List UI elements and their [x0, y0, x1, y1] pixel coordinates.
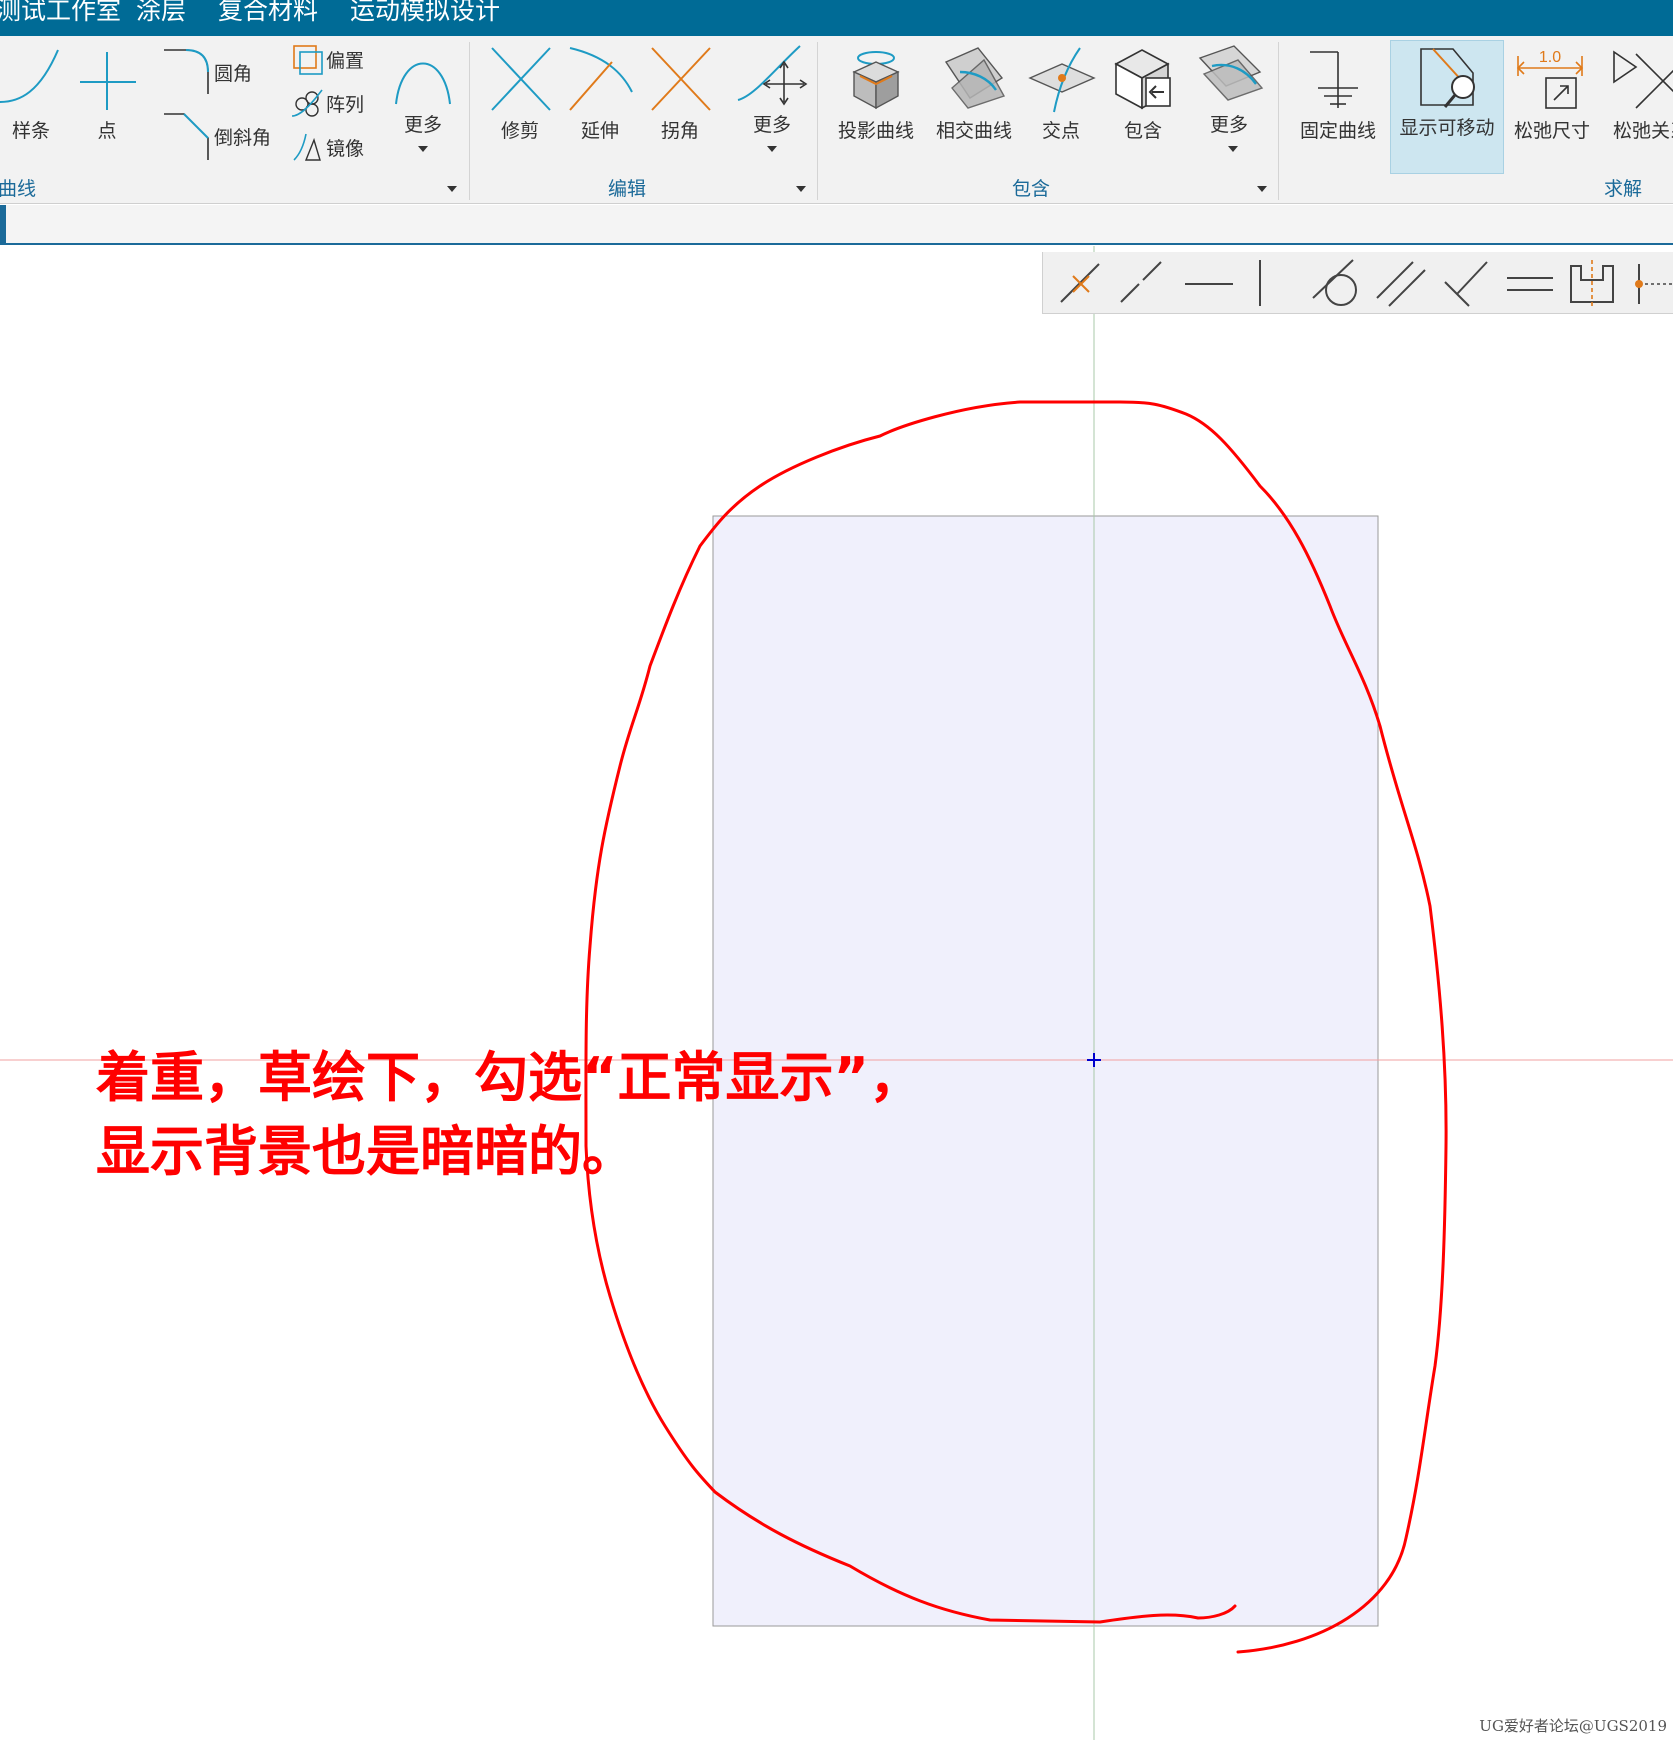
offset-icon [293, 45, 323, 75]
group-label-solve: 求解 [1604, 178, 1643, 200]
move-curve-icon [737, 45, 808, 106]
project-curve-button[interactable]: 投影曲线 [832, 42, 920, 143]
trim-button[interactable]: 修剪 [484, 42, 556, 143]
horizontal-snap-icon[interactable] [1181, 258, 1237, 308]
fix-curve-button[interactable]: 固定曲线 [1296, 42, 1380, 143]
group-label-curve: 曲线 [0, 178, 37, 200]
point-button[interactable]: 点 [74, 42, 140, 143]
extend-button[interactable]: 延伸 [564, 42, 636, 143]
group-divider [469, 42, 470, 200]
tangent-snap-icon[interactable] [1309, 258, 1363, 308]
project-curve-icon [852, 51, 900, 110]
group-divider [1278, 42, 1279, 200]
curve-more-button[interactable]: 更多 [388, 40, 458, 137]
intersect-curve-icon [944, 47, 1006, 109]
chamfer-button[interactable]: 倒斜角 [160, 110, 271, 162]
edit-group-expand-icon[interactable] [796, 186, 806, 192]
relax-dimension-button[interactable]: 1.0 松弛尺寸 [1510, 42, 1594, 143]
chevron-down-icon[interactable] [1228, 146, 1238, 152]
include-more-button[interactable]: 更多 [1190, 40, 1268, 137]
show-movable-button[interactable]: 显示可移动 [1390, 40, 1504, 174]
mirror-icon [293, 133, 321, 161]
symmetric-snap-icon[interactable] [1565, 258, 1619, 308]
perpendicular-snap-icon[interactable] [1437, 258, 1491, 308]
group-label-edit: 编辑 [608, 178, 647, 200]
point-on-curve-snap-icon[interactable] [1055, 258, 1107, 308]
chevron-down-icon[interactable] [767, 146, 777, 152]
mirror-button[interactable]: 镜像 [290, 130, 364, 164]
include-group-expand-icon[interactable] [1257, 186, 1267, 192]
chevron-down-icon[interactable] [418, 146, 428, 152]
include-icon [1114, 49, 1171, 110]
dimension-value: 1.0 [1539, 49, 1561, 66]
relax-dimension-icon: 1.0 [1516, 49, 1584, 109]
annotation-line-2: 显示背景也是暗暗的。 [96, 1120, 636, 1183]
show-movable-icon [1420, 48, 1475, 108]
group-label-include: 包含 [1012, 178, 1051, 200]
collinear-snap-icon[interactable] [1115, 258, 1167, 308]
menu-tab-composite[interactable]: 复合材料 [218, 0, 318, 28]
relax-relation-icon [1613, 50, 1673, 109]
equal-length-snap-icon[interactable] [1503, 258, 1557, 308]
point-on-line-snap-icon[interactable] [1629, 258, 1673, 308]
menu-bar: 测试工作室 涂层 复合材料 运动模拟设计 [0, 0, 1673, 36]
ribbon: 样条 点 圆角 倒斜角 偏置 阵列 镜像 更多 曲线 修剪 延伸 拐角 更多 编… [0, 36, 1673, 204]
pattern-icon [291, 89, 323, 117]
intersection-point-icon [1028, 47, 1096, 113]
chamfer-icon [164, 113, 209, 160]
menu-tab-motion-sim[interactable]: 运动模拟设计 [350, 0, 500, 28]
include-button[interactable]: 包含 [1106, 42, 1180, 143]
ground-icon [1310, 51, 1358, 108]
extend-icon [569, 47, 633, 111]
tab-strip [0, 205, 1673, 245]
group-divider [817, 42, 818, 200]
spline-button[interactable]: 样条 [0, 42, 62, 143]
corner-icon [651, 47, 711, 111]
surface-curve-icon [1198, 45, 1264, 101]
intersection-point-button[interactable]: 交点 [1024, 42, 1098, 143]
active-tab-marker [0, 205, 6, 243]
menu-tab-test-studio[interactable]: 测试工作室 [0, 0, 121, 28]
offset-button[interactable]: 偏置 [290, 42, 364, 76]
snap-toolbar [1042, 252, 1673, 314]
curve-group-expand-icon[interactable] [447, 186, 457, 192]
relax-relation-button[interactable]: 松弛关系 [1606, 42, 1673, 143]
spline-icon [0, 49, 59, 103]
annotation-line-1: 着重，草绘下，勾选“正常显示”， [96, 1046, 923, 1109]
trim-icon [491, 47, 551, 111]
corner-button[interactable]: 拐角 [644, 42, 716, 143]
fillet-button[interactable]: 圆角 [160, 46, 252, 98]
graphics-canvas[interactable]: 着重，草绘下，勾选“正常显示”， 显示背景也是暗暗的。 [0, 246, 1673, 1740]
annotation-text: 着重，草绘下，勾选“正常显示”， 显示背景也是暗暗的。 [96, 1041, 923, 1189]
edit-more-button[interactable]: 更多 [734, 40, 810, 137]
point-icon [80, 52, 136, 110]
menu-tab-coating[interactable]: 涂层 [136, 0, 186, 28]
pattern-button[interactable]: 阵列 [290, 86, 364, 120]
vertical-snap-icon[interactable] [1245, 258, 1275, 308]
sketch-view [0, 246, 1673, 1740]
parallel-snap-icon[interactable] [1373, 258, 1427, 308]
fillet-icon [164, 49, 209, 94]
parabola-icon [395, 62, 451, 105]
intersect-curve-button[interactable]: 相交曲线 [930, 42, 1018, 143]
watermark: UG爱好者论坛@UGS2019 [1479, 1717, 1667, 1735]
